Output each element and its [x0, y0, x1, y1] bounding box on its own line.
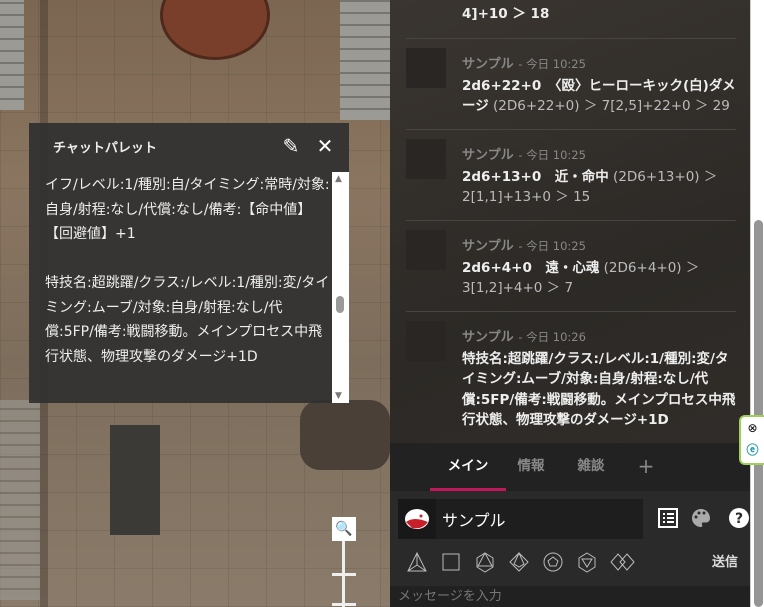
map-barrels [300, 400, 390, 470]
timestamp: - 今日 10:26 [518, 330, 586, 344]
character-name: サンプル [442, 511, 506, 530]
chat-input-area: サンプル ? 送信 [390, 491, 750, 607]
chat-message: サンプル - 今日 10:25 2d6+4+0 遠・心魂 (2D6+4+0) ＞ … [406, 220, 736, 311]
scroll-thumb[interactable] [754, 220, 763, 607]
scroll-down-arrow-icon[interactable]: ▼ [335, 391, 342, 401]
chat-message: サンプル - 今日 10:25 2d6+22+0 〈殴〉ヒーローキック(白)ダメー… [406, 38, 736, 129]
scroll-up-arrow-icon[interactable]: ▲ [335, 174, 342, 184]
palette-scrollbar[interactable]: ▲ ▼ [332, 172, 349, 403]
chat-message: サンプル - 今日 10:25 2d6+13+0 近・命中 (2D6+13+0) … [406, 129, 736, 220]
sender-name: サンプル [462, 148, 514, 163]
map-wall [340, 0, 390, 120]
map-crates [110, 425, 160, 535]
sender-name: サンプル [462, 57, 514, 72]
svg-text:?: ? [735, 511, 743, 527]
character-avatar [398, 499, 436, 539]
message-command: 2d6+4+0 遠・心魂 [462, 259, 600, 276]
chat-palette-list[interactable]: イフ/レベル:1/種別:自/タイミング:常時/対象:自身/射程:なし/代償:なし… [45, 173, 330, 369]
avatar [406, 139, 446, 179]
add-tab-button[interactable]: + [626, 443, 666, 491]
timestamp: - 今日 10:25 [518, 57, 586, 71]
d100-dice-icon[interactable] [610, 551, 636, 573]
d8-dice-icon[interactable] [474, 551, 496, 573]
message-text: 4]+10 ＞ 18 [462, 6, 550, 22]
avatar [406, 48, 446, 88]
message-command: 2d6+13+0 近・命中 [462, 168, 609, 185]
chat-message: サンプル - 今日 10:26 特技名:超跳躍/クラス:/レベル:1/種別:変/タ… [406, 311, 736, 443]
close-icon[interactable]: ✕ [315, 134, 335, 158]
message-command: 特技名:超跳躍/クラス:/レベル:1/種別:変/タイミング:ムーブ/対象:自身/… [462, 350, 736, 429]
map-wall [0, 400, 40, 600]
chat-tabs: メイン 情報 雑談 + [390, 443, 750, 491]
zoom-slider-tick [332, 603, 356, 606]
d4-dice-icon[interactable] [406, 551, 428, 573]
sender-name: サンプル [462, 330, 514, 345]
edit-pencil-icon[interactable]: ✎ [281, 134, 301, 158]
timestamp: - 今日 10:25 [518, 239, 586, 253]
browser-extension-widget[interactable]: ⊗ ⓔ [739, 415, 764, 465]
tab-info[interactable]: 情報 [506, 443, 556, 491]
chat-message: 4]+10 ＞ 18 [406, 0, 736, 38]
scroll-thumb[interactable] [336, 296, 344, 313]
extension-e-icon[interactable]: ⓔ [741, 439, 764, 461]
palette-icon[interactable] [690, 507, 712, 529]
chat-palette-title: チャットパレット [53, 140, 157, 156]
list-icon[interactable] [657, 507, 679, 529]
chat-scrollbar[interactable] [750, 0, 764, 607]
chat-palette-window: チャットパレット ✎ ✕ イフ/レベル:1/種別:自/タイミング:常時/対象:自… [29, 123, 349, 403]
tab-chat[interactable]: 雑談 [556, 443, 626, 491]
avatar [406, 321, 446, 361]
zoom-icon[interactable]: 🔍 [332, 517, 356, 541]
d12-dice-icon[interactable] [542, 551, 564, 573]
zoom-slider-handle[interactable] [332, 573, 356, 576]
map-table [160, 0, 270, 60]
d10-dice-icon[interactable] [508, 551, 530, 573]
avatar [406, 230, 446, 270]
send-button[interactable]: 送信 [712, 551, 738, 570]
sender-name: サンプル [462, 239, 514, 254]
message-input[interactable] [390, 586, 750, 607]
help-icon[interactable]: ? [728, 507, 750, 529]
message-result: (2D6+22+0) ＞ 7[2,5]+22+0 ＞ 29 [488, 98, 730, 114]
close-circle-icon[interactable]: ⊗ [741, 417, 764, 439]
d20-dice-icon[interactable] [576, 551, 598, 573]
timestamp: - 今日 10:25 [518, 148, 586, 162]
character-select[interactable]: サンプル [398, 499, 643, 539]
d6-dice-icon[interactable] [440, 551, 462, 573]
tab-main[interactable]: メイン [430, 443, 506, 491]
map-wall [0, 0, 24, 110]
